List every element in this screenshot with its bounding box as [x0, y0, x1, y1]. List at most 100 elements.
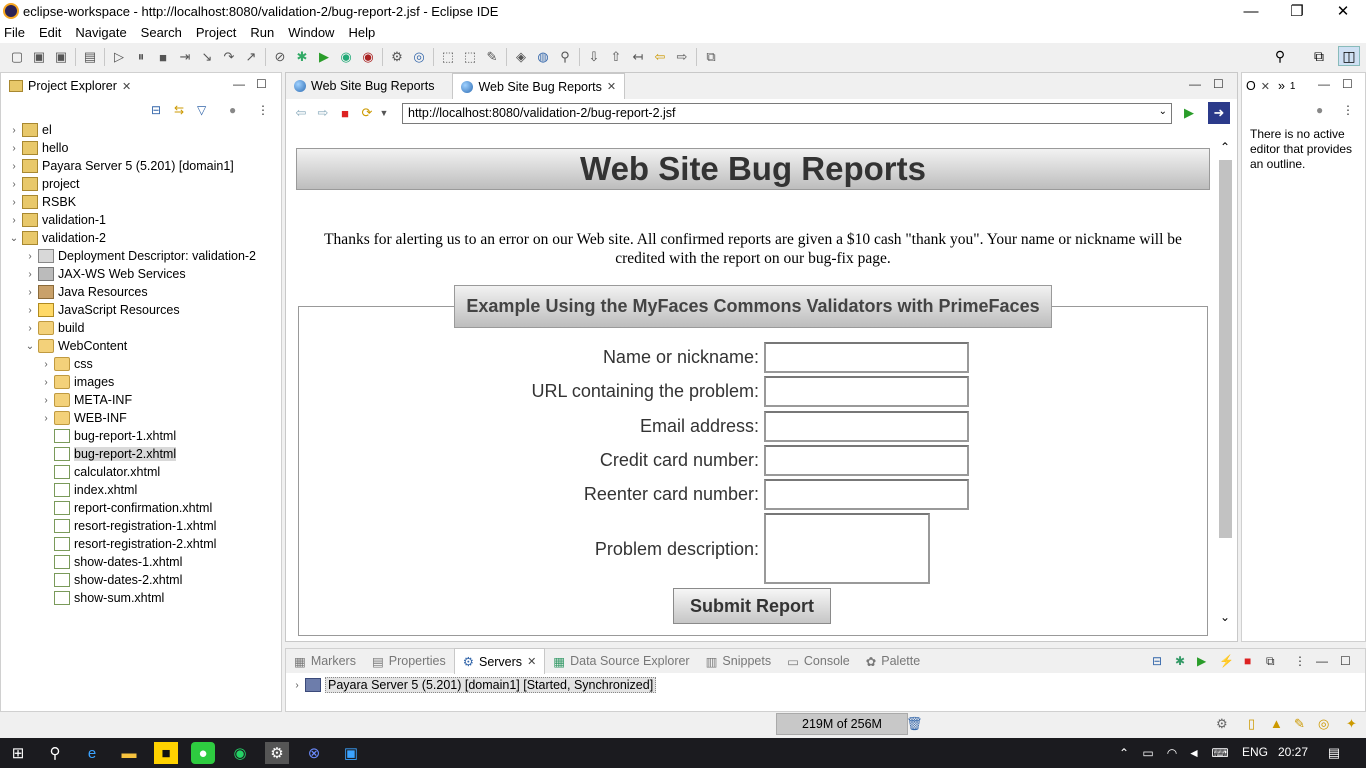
focus-icon[interactable]: ● — [1316, 103, 1323, 117]
chevron-right-icon[interactable]: › — [8, 143, 20, 154]
java-search-icon[interactable]: ⚲ — [554, 46, 576, 68]
scroll-down-icon[interactable]: ⌄ — [1220, 610, 1230, 624]
skip-breakpoints-icon[interactable]: ⊘ — [269, 46, 291, 68]
maximize-view-icon[interactable]: ☐ — [256, 77, 267, 91]
search-icon[interactable]: ⚲ — [43, 742, 67, 764]
tree-item-deployment-descriptor-validation-2[interactable]: › Deployment Descriptor: validation-2 — [24, 247, 256, 265]
collapse-all-icon[interactable]: ⊟ — [151, 103, 161, 117]
last-edit-icon[interactable]: ↤ — [627, 46, 649, 68]
menu-window[interactable]: Window — [288, 25, 334, 40]
tree-item-web-inf[interactable]: › WEB-INF — [40, 409, 127, 427]
debug-server-icon[interactable]: ✱ — [1175, 654, 1185, 668]
clock[interactable]: 20:27 — [1278, 745, 1308, 759]
step-return-icon[interactable]: ↗ — [240, 46, 262, 68]
tree-item-meta-inf[interactable]: › META-INF — [40, 391, 132, 409]
volume-icon[interactable]: ◄ — [1182, 742, 1206, 764]
save-all-icon[interactable]: ▣ — [50, 46, 72, 68]
tree-item-report-confirmation-xhtml[interactable]: report-confirmation.xhtml — [40, 499, 212, 517]
editor-tab-1[interactable]: Web Site Bug Reports — [286, 73, 442, 99]
chevron-right-icon[interactable]: › — [24, 269, 36, 280]
chevron-right-icon[interactable]: › — [8, 125, 20, 136]
whatsapp-icon[interactable]: ◉ — [228, 742, 252, 764]
chevron-right-icon[interactable]: › — [8, 179, 20, 190]
start-icon[interactable]: ⊞ — [6, 742, 30, 764]
submit-button[interactable]: Submit Report — [673, 588, 831, 624]
tab-console[interactable]: ▭ Console — [779, 648, 858, 674]
back-icon[interactable]: ⇦ — [290, 102, 312, 124]
chevron-up-icon[interactable]: ⌃ — [1112, 742, 1136, 764]
external-tools-icon[interactable]: ◉ — [357, 46, 379, 68]
line-app-icon[interactable]: ● — [191, 742, 215, 764]
menu-help[interactable]: Help — [348, 25, 375, 40]
stop-server-icon[interactable]: ■ — [1244, 654, 1251, 668]
app-icon[interactable]: ⊗ — [302, 742, 326, 764]
server-row[interactable]: › Payara Server 5 (5.201) [domain1] [Sta… — [291, 676, 657, 694]
network-icon[interactable]: ▭ — [1136, 742, 1160, 764]
open-perspective-icon[interactable]: ⧉ — [1308, 46, 1330, 66]
book-icon[interactable]: ▯ — [1248, 716, 1255, 732]
chevron-right-icon[interactable]: › — [8, 215, 20, 226]
chevron-right-icon[interactable]: › — [8, 197, 20, 208]
tree-item-css[interactable]: › css — [40, 355, 93, 373]
chevron-right-icon[interactable]: › — [24, 305, 36, 316]
close-icon[interactable]: ✕ — [122, 80, 131, 93]
project-explorer-tab[interactable]: Project Explorer ✕ — [1, 73, 139, 99]
close-button[interactable]: ✕ — [1320, 0, 1366, 22]
menu-run[interactable]: Run — [250, 25, 274, 40]
profile-server-icon[interactable]: ⚡ — [1219, 654, 1234, 668]
open-type-icon[interactable]: ⬚ — [437, 46, 459, 68]
reenter-card-input[interactable] — [764, 479, 969, 510]
language-indicator[interactable]: ENG — [1242, 745, 1268, 759]
disconnect-icon[interactable]: ⇥ — [174, 46, 196, 68]
resume-icon[interactable]: ▷ — [108, 46, 130, 68]
tree-item-project[interactable]: › project — [8, 175, 80, 193]
tree-item-show-sum-xhtml[interactable]: show-sum.xhtml — [40, 589, 164, 607]
description-textarea[interactable] — [764, 513, 930, 584]
tree-item-el[interactable]: › el — [8, 121, 52, 139]
tree-item-validation-2[interactable]: ⌄ validation-2 — [8, 229, 106, 247]
scroll-thumb[interactable] — [1219, 160, 1232, 538]
tab-servers[interactable]: ⚙ Servers ✕ — [453, 648, 546, 674]
search-icon[interactable]: ⚲ — [1269, 46, 1291, 66]
forward-icon[interactable]: ⇨ — [671, 46, 693, 68]
tree-item-java-resources[interactable]: › Java Resources — [24, 283, 148, 301]
tree-item-index-xhtml[interactable]: index.xhtml — [40, 481, 137, 499]
close-icon[interactable]: ✕ — [1261, 80, 1270, 93]
collapse-all-icon[interactable]: ⊟ — [1152, 654, 1162, 668]
java-ee-perspective-icon[interactable]: ◫ — [1338, 46, 1360, 66]
tree-item-show-dates-1-xhtml[interactable]: show-dates-1.xhtml — [40, 553, 182, 571]
card-input[interactable] — [764, 445, 969, 476]
view-menu-icon[interactable]: ⋮ — [1342, 103, 1354, 117]
tree-item-show-dates-2-xhtml[interactable]: show-dates-2.xhtml — [40, 571, 182, 589]
maximize-view-icon[interactable]: ☐ — [1340, 654, 1351, 668]
step-into-icon[interactable]: ↘ — [196, 46, 218, 68]
tab-properties[interactable]: ▤ Properties — [364, 648, 454, 674]
minimize-editor-icon[interactable]: — — [1189, 77, 1201, 91]
notifications-icon[interactable]: ▤ — [1322, 742, 1346, 764]
step-over-icon[interactable]: ↷ — [218, 46, 240, 68]
next-annotation-icon[interactable]: ⇩ — [583, 46, 605, 68]
tab-palette[interactable]: ✿ Palette — [858, 648, 928, 674]
tab-snippets[interactable]: ▥ Snippets — [698, 648, 779, 674]
tree-item-jax-ws-web-services[interactable]: › JAX-WS Web Services — [24, 265, 186, 283]
chevron-right-icon[interactable]: › — [24, 287, 36, 298]
prev-annotation-icon[interactable]: ⇧ — [605, 46, 627, 68]
tree-item-bug-report-2-xhtml[interactable]: bug-report-2.xhtml — [40, 445, 177, 463]
new-server-icon[interactable]: ⚙ — [386, 46, 408, 68]
edge-icon[interactable]: e — [80, 742, 104, 764]
tree-item-validation-1[interactable]: › validation-1 — [8, 211, 106, 229]
maximize-view-icon[interactable]: ☐ — [1342, 77, 1353, 91]
tip-icon[interactable]: ✦ — [1346, 716, 1357, 732]
chevron-right-icon[interactable]: › — [24, 251, 36, 262]
run-icon[interactable]: ▶ — [313, 46, 335, 68]
refresh-icon[interactable]: ⟳ — [356, 102, 378, 124]
save-icon[interactable]: ▣ — [28, 46, 50, 68]
restore-button[interactable]: ❐ — [1274, 0, 1320, 22]
wifi-icon[interactable]: ◠ — [1160, 742, 1184, 764]
view-menu-icon[interactable]: ⋮ — [257, 103, 269, 117]
forward-icon[interactable]: ⇨ — [312, 102, 334, 124]
suspend-icon[interactable]: ⏸ — [130, 46, 152, 68]
url-dropdown-icon[interactable]: ⌄ — [1159, 106, 1167, 117]
new-class-icon[interactable]: ◎ — [408, 46, 430, 68]
open-folder-icon[interactable]: ⬚ — [459, 46, 481, 68]
